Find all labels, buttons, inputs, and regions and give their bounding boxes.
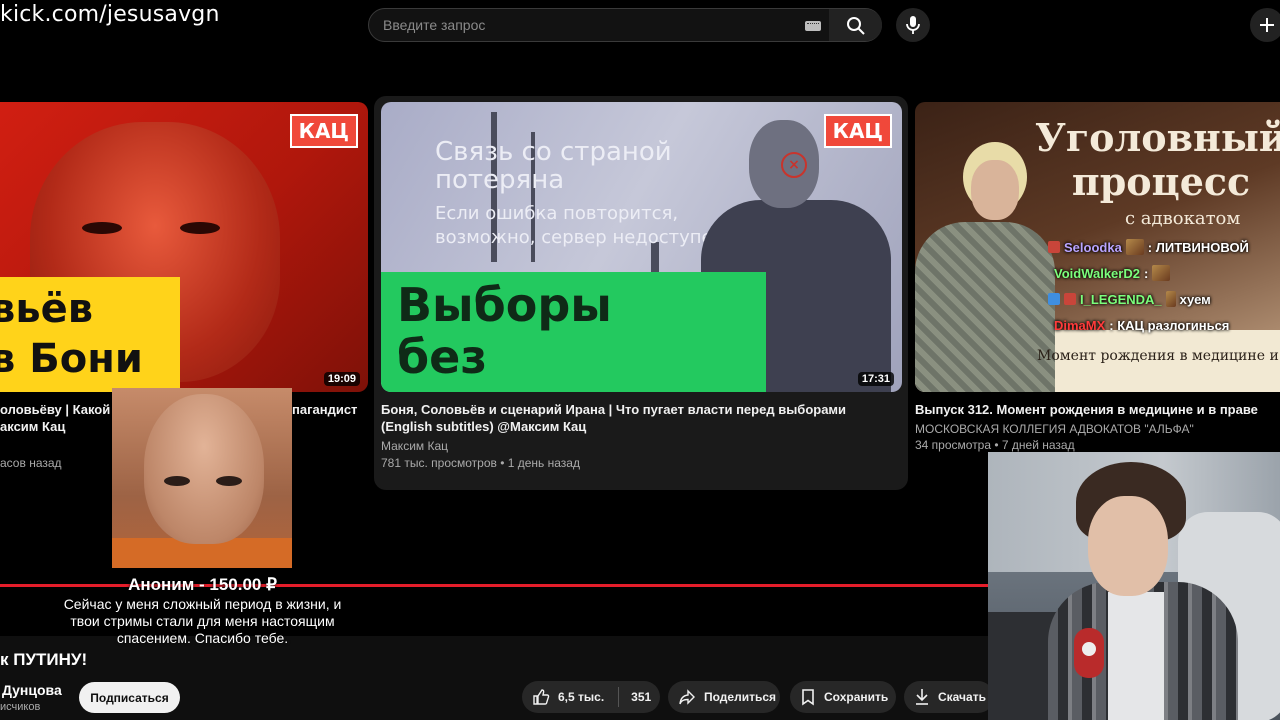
search-icon (847, 17, 865, 35)
share-icon (679, 689, 695, 705)
thumbnail-green-banner: Выборы без интернета (381, 272, 766, 392)
stream-url-watermark: kick.com/jesusavgn (0, 2, 220, 27)
search-box[interactable] (368, 8, 882, 42)
kac-badge: КАЦ (823, 114, 892, 148)
save-label: Сохранить (824, 690, 889, 704)
chat-message: Seloodka : ЛИТВИНОВОЙ (1048, 234, 1280, 260)
video-thumbnail-1[interactable]: КАЦ вьёв в Бони 19:09 (0, 102, 368, 392)
voice-search-button[interactable] (896, 8, 930, 42)
donation-image-head (144, 394, 264, 544)
thumbnail-text-line: Связь со страной (435, 137, 672, 167)
chat-emote-icon (1165, 291, 1176, 307)
thumbs-up-icon (533, 689, 550, 705)
video-meta-2: 781 тыс. просмотров • 1 день назад (381, 456, 580, 470)
thumbnail-text-line: Уголовный (1035, 115, 1280, 160)
thumbnail-text-line: возможно, сервер недоступен. (435, 227, 731, 248)
chat-text: : (1143, 265, 1149, 281)
like-count: 6,5 тыс. (558, 690, 605, 704)
chat-username: I_LEGENDA_ (1080, 291, 1162, 307)
search-button[interactable] (829, 9, 882, 41)
video-meta-1: асов назад (0, 456, 62, 470)
video-title-1[interactable]: оловьёву | Какой в (0, 401, 122, 418)
chat-emote-icon (1125, 239, 1144, 255)
stream-chat-overlay: Seloodka : ЛИТВИНОВОЙ VoidWalkerD2 : I_L… (1048, 234, 1280, 338)
thumbnail-text: вьёв (0, 286, 94, 332)
thumbnail-caption: Момент рождения в медицине и п (1037, 348, 1280, 364)
video-duration: 19:09 (323, 372, 360, 386)
mic-icon (906, 16, 920, 34)
channel-name[interactable]: Дунцова (2, 682, 62, 698)
search-input[interactable] (369, 9, 829, 41)
thumbnail-title: Уголовный процесс (1035, 116, 1280, 204)
chat-badge-icon (1048, 293, 1060, 305)
chat-badge-icon (1048, 241, 1060, 253)
webcam-streamer-tshirt (1108, 592, 1164, 720)
download-icon (916, 689, 928, 705)
thumbnail-text-line: Если ошибка повторится, (435, 203, 679, 224)
video-channel-3[interactable]: МОСКОВСКАЯ КОЛЛЕГИЯ АДВОКАТОВ "АЛЬФА" (915, 421, 1194, 438)
chat-badge-icon (1064, 293, 1076, 305)
video-title-3[interactable]: Выпуск 312. Момент рождения в медицине и… (915, 401, 1258, 418)
donation-alert-image (112, 388, 292, 568)
thumbnail-text: Если ошибка повторится, возможно, сервер… (435, 202, 730, 250)
chat-text: хуем (1179, 291, 1211, 307)
download-label: Скачать (938, 690, 986, 704)
share-button[interactable]: Поделиться (668, 681, 780, 713)
keyboard-icon[interactable] (805, 21, 821, 31)
chat-message: VoidWalkerD2 : (1048, 260, 1280, 286)
chat-message: DimaMX : КАЦ разлогинься (1048, 312, 1280, 338)
donation-image-eye (164, 476, 190, 486)
thumbnail-yellow-banner: вьёв в Бони (0, 277, 180, 392)
chat-username: Seloodka (1064, 239, 1122, 255)
subscribe-button[interactable]: Подписаться (79, 682, 180, 713)
thumbnail-text: в Бони (0, 336, 143, 382)
thumbnail-text: Связь со страной потеряна (435, 138, 672, 194)
chat-message: I_LEGENDA_ хуем (1048, 286, 1280, 312)
like-button[interactable]: 6,5 тыс. (522, 688, 604, 706)
pill-divider (618, 687, 620, 707)
current-video-title: к ПУТИНУ! (0, 650, 88, 669)
create-button[interactable] (1250, 8, 1280, 42)
kac-badge: КАЦ (289, 114, 358, 148)
thumbnail-subtitle: с адвокатом (1125, 208, 1241, 229)
chat-text: : КАЦ разлогинься (1109, 317, 1230, 333)
save-button[interactable]: Сохранить (790, 681, 896, 713)
microphone-icon (1074, 628, 1104, 678)
video-title-1-tail[interactable]: пагандист (292, 401, 357, 418)
person-jacket (915, 222, 1055, 392)
thumbnail-text: Выборы (397, 278, 612, 332)
thumbnail-text-line: потеряна (435, 165, 565, 195)
download-button[interactable]: Скачать (904, 681, 994, 713)
create-icon (1260, 18, 1274, 32)
video-duration: 17:31 (857, 372, 894, 386)
like-dislike-group: 6,5 тыс. 351 (522, 681, 660, 713)
streamer-webcam (988, 452, 1280, 720)
dislike-count[interactable]: 351 (631, 690, 651, 704)
thumbnail-text: без интернета (397, 330, 672, 392)
thumbnail-person (915, 142, 1055, 392)
donation-name: Аноним - 150.00 ₽ (128, 575, 277, 594)
video-title-2-line2[interactable]: (English subtitles) @Максим Кац (381, 418, 586, 435)
chat-username: VoidWalkerD2 (1054, 265, 1140, 281)
share-label: Поделиться (704, 690, 777, 704)
video-title-1-line2[interactable]: аксим Кац (0, 418, 65, 435)
chat-emote-icon (1152, 265, 1171, 281)
no-signal-icon: × (781, 152, 807, 178)
thumbnail-eye (180, 222, 220, 234)
donation-message: Сейчас у меня сложный период в жизни, и … (63, 596, 342, 646)
thumbnail-eye (82, 222, 122, 234)
video-title-2[interactable]: Боня, Соловьёв и сценарий Ирана | Что пу… (381, 401, 846, 418)
chat-username: DimaMX (1054, 317, 1106, 333)
chat-text: : ЛИТВИНОВОЙ (1147, 239, 1249, 255)
webcam-streamer-face (1088, 496, 1168, 596)
thumbnail-text-line: процесс (1071, 159, 1251, 204)
bookmark-icon (802, 689, 814, 706)
video-channel-2[interactable]: Максим Кац (381, 438, 448, 455)
person-face (971, 160, 1019, 220)
donation-image-eye (216, 476, 242, 486)
video-thumbnail-2[interactable]: Связь со страной потеряна Если ошибка по… (381, 102, 902, 392)
subscriber-count: исчиков (0, 701, 41, 713)
